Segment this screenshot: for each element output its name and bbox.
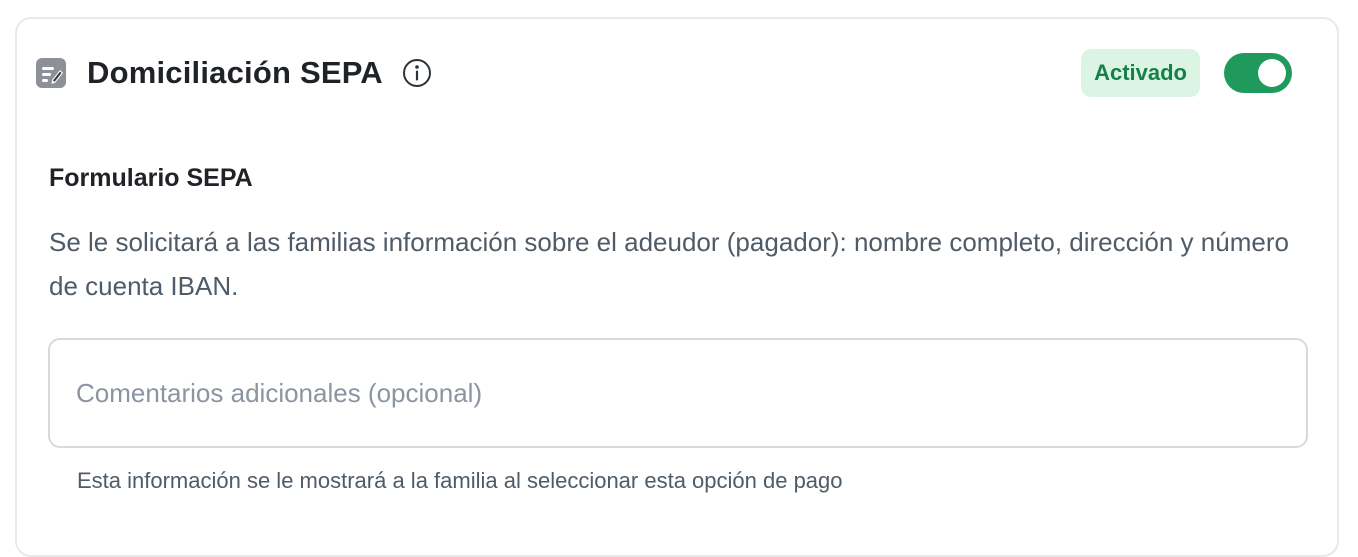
card-header: Domiciliación SEPA Activado (35, 46, 1292, 100)
toggle-knob (1258, 59, 1286, 87)
info-icon[interactable] (401, 57, 433, 89)
section-description: Se le solicitará a las familias informac… (49, 227, 1289, 301)
section-title: Formulario SEPA (49, 164, 253, 192)
enable-toggle[interactable] (1224, 53, 1292, 93)
status-badge: Activado (1081, 49, 1200, 97)
helper-text: Esta información se le mostrará a la fam… (77, 468, 843, 493)
page-title: Domiciliación SEPA (87, 55, 383, 90)
edit-document-icon (35, 57, 67, 89)
comments-input[interactable] (48, 338, 1308, 448)
